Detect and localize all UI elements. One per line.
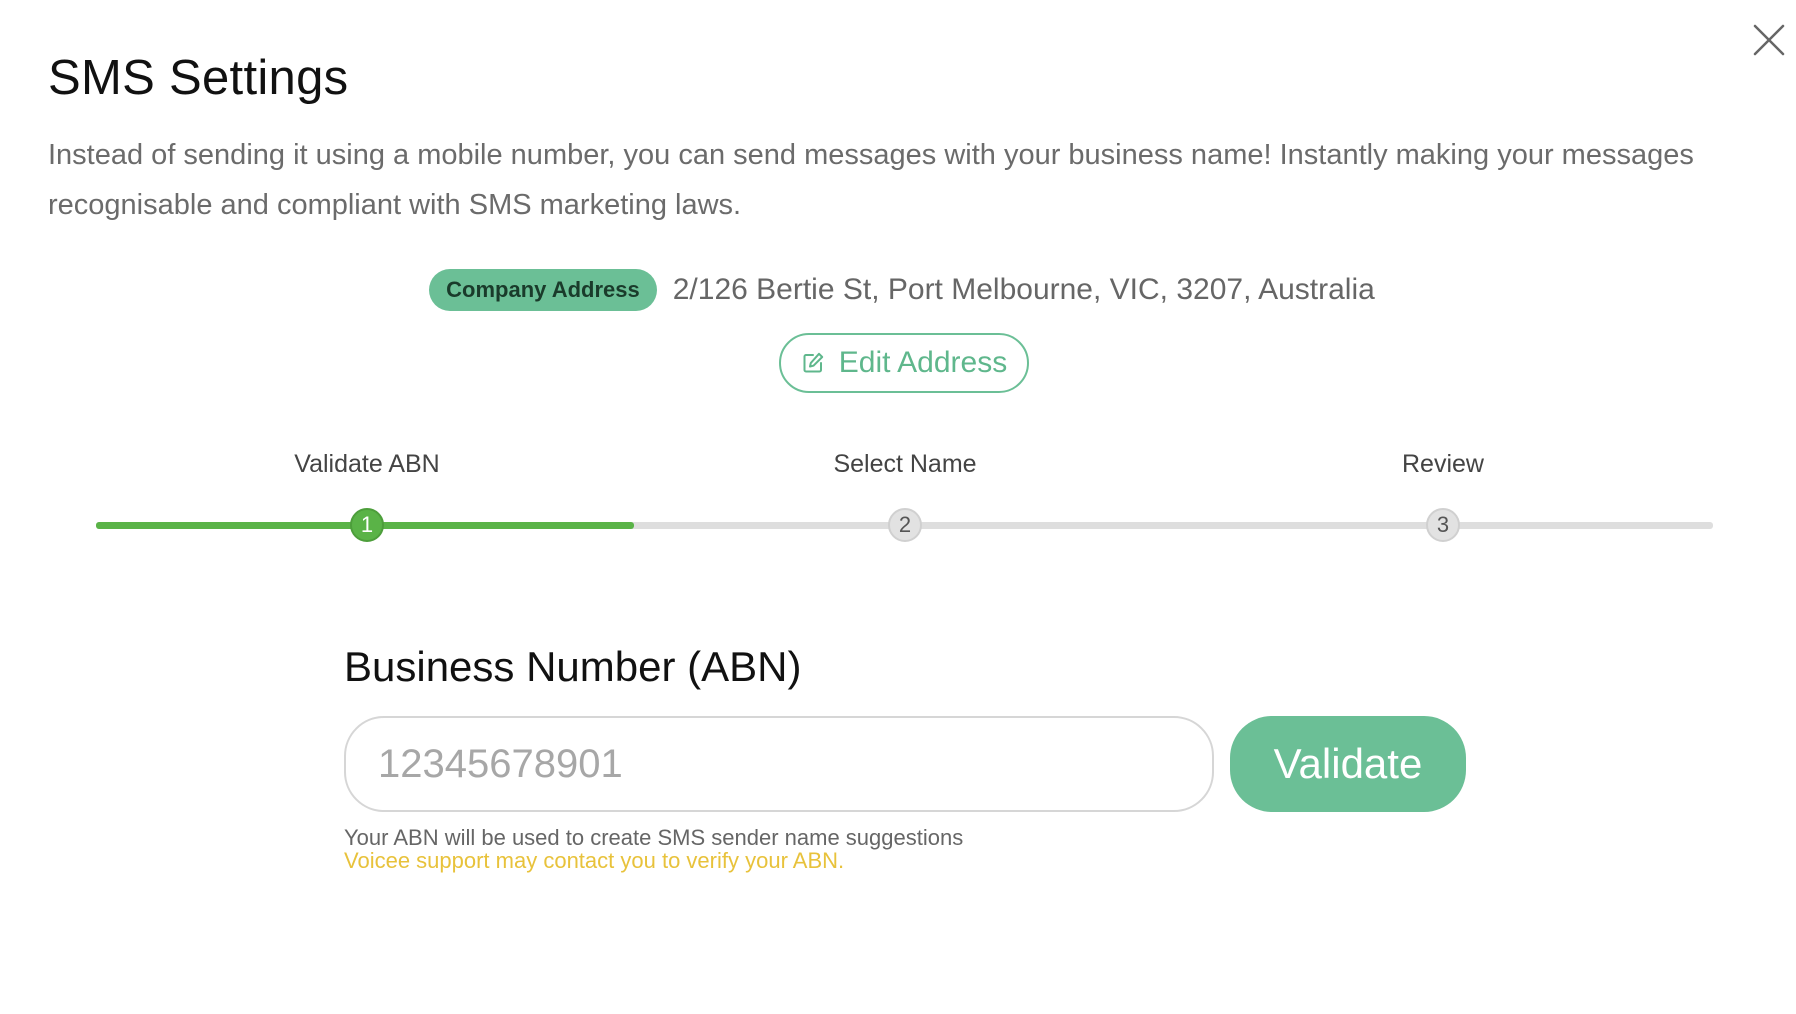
abn-input[interactable] (344, 716, 1214, 812)
company-address-row: Company Address 2/126 Bertie St, Port Me… (0, 268, 1796, 312)
close-icon (1753, 24, 1785, 56)
abn-input-row: Validate (344, 716, 1474, 812)
company-address-badge: Company Address (429, 269, 657, 311)
edit-icon (801, 351, 825, 375)
step-dot-select-name[interactable]: 2 (888, 508, 922, 542)
step-label-validate-abn: Validate ABN (294, 450, 440, 478)
abn-help-line: Your ABN will be used to create SMS send… (344, 825, 964, 850)
sms-settings-dialog: SMS Settings Instead of sending it using… (0, 0, 1796, 1014)
step-dot-validate-abn[interactable]: 1 (350, 508, 384, 542)
dialog-description: Instead of sending it using a mobile num… (48, 139, 1694, 221)
company-address-value: 2/126 Bertie St, Port Melbourne, VIC, 32… (672, 273, 1375, 306)
step-dot-review[interactable]: 3 (1426, 508, 1460, 542)
abn-warning-line: Voicee support may contact you to verify… (344, 848, 845, 873)
step-label-select-name: Select Name (833, 450, 977, 478)
edit-address-button[interactable]: Edit Address (779, 333, 1029, 393)
edit-address-label: Edit Address (838, 346, 1008, 379)
step-label-review: Review (1402, 450, 1484, 478)
dialog-title: SMS Settings (48, 51, 349, 105)
abn-help-text: Your ABN will be used to create SMS send… (344, 826, 1474, 872)
abn-section: Business Number (ABN) Validate Your ABN … (344, 640, 1474, 872)
progress-stepper: Validate ABN Select Name Review 1 2 3 (0, 450, 1796, 550)
validate-button[interactable]: Validate (1230, 716, 1466, 812)
close-button[interactable] (1751, 22, 1787, 58)
abn-title: Business Number (ABN) (344, 643, 802, 690)
